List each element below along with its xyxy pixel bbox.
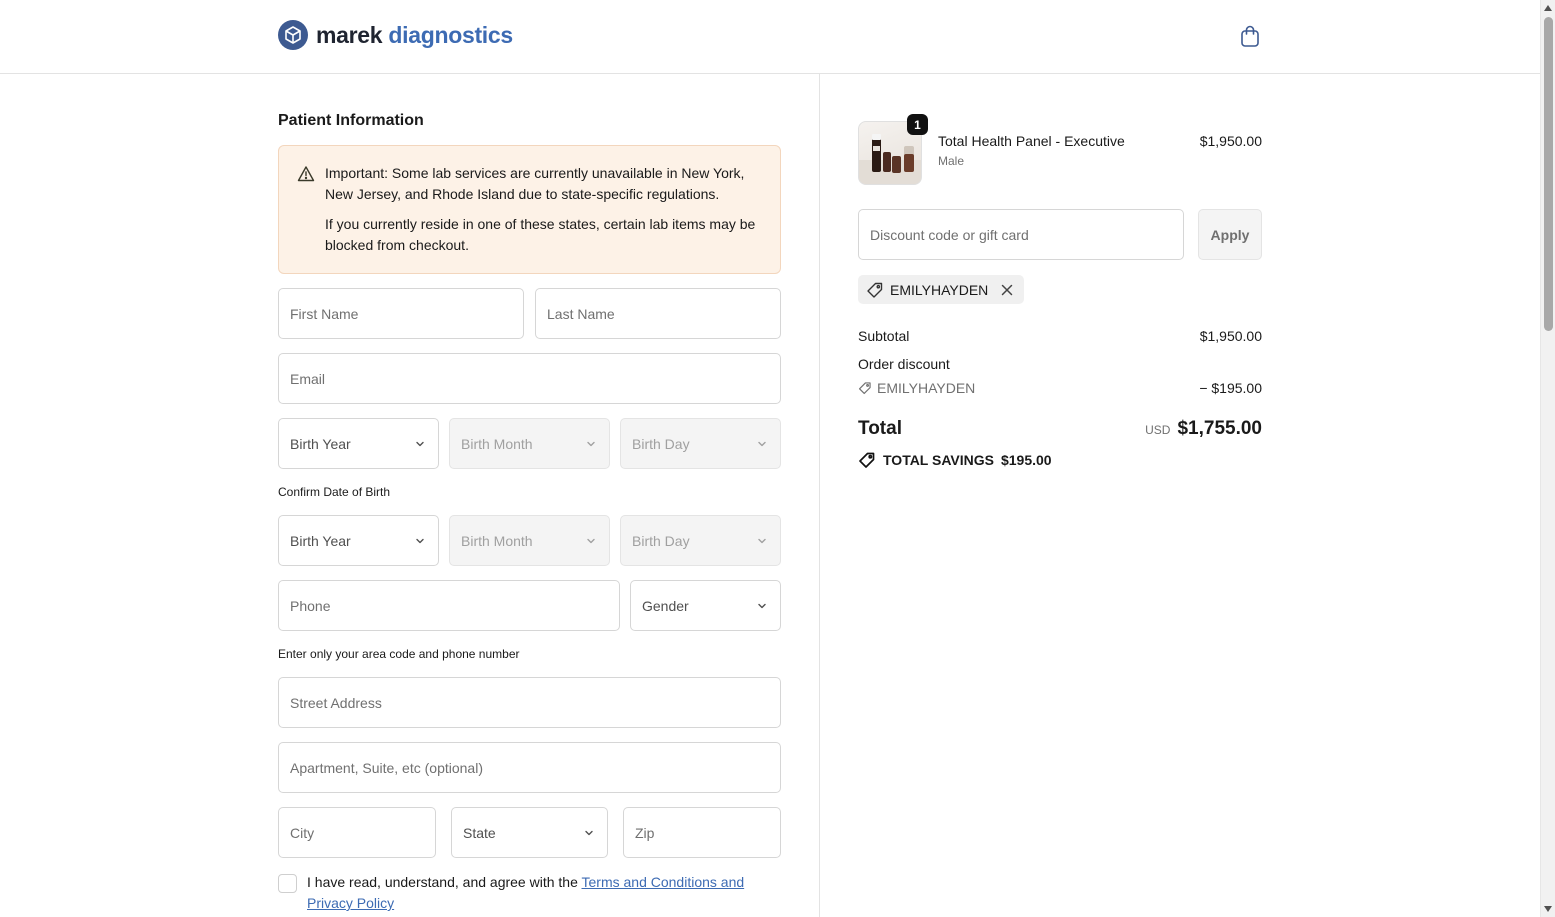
birth-day-select[interactable]: Birth Day: [620, 418, 781, 469]
phone-input[interactable]: [279, 581, 619, 630]
quantity-badge: 1: [907, 114, 928, 135]
savings-label: TOTAL SAVINGS: [883, 452, 994, 468]
chevron-down-icon: [758, 603, 766, 609]
last-name-input[interactable]: [536, 289, 780, 338]
regulation-notice: Important: Some lab services are current…: [278, 145, 781, 274]
applied-discount-chip: EMILYHAYDEN: [858, 275, 1025, 304]
shopping-bag-icon[interactable]: [1238, 24, 1262, 48]
birth-year-select[interactable]: Birth Year: [278, 418, 439, 469]
discount-code-field[interactable]: [858, 209, 1184, 260]
terms-checkbox[interactable]: [278, 874, 297, 893]
city-input[interactable]: [279, 808, 435, 857]
chevron-down-icon: [587, 441, 595, 447]
email-input[interactable]: [279, 354, 780, 403]
street-address-input[interactable]: [279, 678, 780, 727]
page-title: Patient Information: [278, 112, 424, 129]
page-scrollbar[interactable]: [1540, 0, 1555, 917]
order-discount-value: − $195.00: [1199, 380, 1262, 396]
order-discount-label: Order discount: [858, 356, 950, 372]
logo-cube-icon: [278, 20, 308, 50]
zip-field[interactable]: [623, 807, 781, 858]
chevron-down-icon: [587, 538, 595, 544]
discount-code-input[interactable]: [859, 210, 1183, 259]
chevron-down-icon: [758, 441, 766, 447]
city-field[interactable]: [278, 807, 436, 858]
chevron-down-icon: [416, 441, 424, 447]
apply-discount-button[interactable]: Apply: [1198, 209, 1262, 260]
scrollbar-thumb[interactable]: [1544, 17, 1553, 331]
total-savings: TOTAL SAVINGS $195.00: [858, 451, 1052, 469]
subtotal-value: $1,950.00: [1199, 328, 1262, 344]
last-name-field[interactable]: [535, 288, 781, 339]
chevron-down-icon: [585, 830, 593, 836]
notice-text-1: Important: Some lab services are current…: [325, 165, 745, 202]
site-header: marek diagnostics: [0, 0, 1540, 74]
brand-name-part2: diagnostics: [388, 21, 513, 48]
subtotal-label: Subtotal: [858, 328, 910, 344]
gender-select[interactable]: Gender: [630, 580, 781, 631]
phone-field[interactable]: [278, 580, 620, 631]
applied-discount-code: EMILYHAYDEN: [890, 281, 989, 298]
product-price: $1,950.00: [1199, 133, 1262, 149]
chevron-down-icon: [758, 538, 766, 544]
tag-icon: [858, 382, 871, 395]
total-amount: USD $1,755.00: [1145, 418, 1262, 440]
order-discount-code: EMILYHAYDEN: [877, 380, 976, 396]
confirm-birth-year-select[interactable]: Birth Year: [278, 515, 439, 566]
confirm-dob-label: Confirm Date of Birth: [278, 485, 391, 499]
state-value: State: [463, 824, 496, 841]
savings-value: $195.00: [1000, 452, 1052, 468]
scroll-up-arrow[interactable]: [1544, 5, 1552, 11]
birth-day-value: Birth Day: [632, 435, 690, 452]
confirm-birth-day-select[interactable]: Birth Day: [620, 515, 781, 566]
close-icon[interactable]: [1000, 283, 1014, 297]
phone-helper-text: Enter only your area code and phone numb…: [278, 647, 520, 661]
total-currency: USD: [1145, 423, 1171, 437]
terms-text: I have read, understand, and agree with …: [307, 872, 777, 914]
tag-icon: [867, 282, 883, 298]
apartment-input[interactable]: [279, 743, 780, 792]
brand-logo[interactable]: marek diagnostics: [278, 20, 513, 50]
notice-text-2: If you currently reside in one of these …: [325, 216, 756, 253]
confirm-birth-day-value: Birth Day: [632, 532, 690, 549]
confirm-birth-month-value: Birth Month: [461, 532, 533, 549]
first-name-input[interactable]: [279, 289, 523, 338]
scroll-down-arrow[interactable]: [1544, 906, 1552, 912]
birth-month-value: Birth Month: [461, 435, 533, 452]
apartment-field[interactable]: [278, 742, 781, 793]
brand-name-part1: marek: [316, 21, 383, 48]
savings-tag-icon: [859, 452, 875, 468]
order-discount-code-row: EMILYHAYDEN: [858, 380, 975, 396]
total-label: Total: [858, 418, 902, 439]
street-address-field[interactable]: [278, 677, 781, 728]
terms-prefix: I have read, understand, and agree with …: [307, 874, 582, 890]
chevron-down-icon: [416, 538, 424, 544]
total-value: $1,755.00: [1177, 418, 1262, 439]
warning-triangle-icon: [297, 165, 315, 183]
gender-value: Gender: [642, 597, 689, 614]
column-divider: [819, 74, 820, 917]
product-name: Total Health Panel - Executive: [938, 133, 1125, 149]
confirm-birth-month-select[interactable]: Birth Month: [449, 515, 610, 566]
brand-name: marek diagnostics: [316, 22, 513, 49]
first-name-field[interactable]: [278, 288, 524, 339]
email-field[interactable]: [278, 353, 781, 404]
confirm-birth-year-value: Birth Year: [290, 532, 351, 549]
order-summary-panel: [820, 74, 1540, 917]
zip-input[interactable]: [624, 808, 780, 857]
birth-year-value: Birth Year: [290, 435, 351, 452]
product-variant: Male: [938, 154, 965, 168]
birth-month-select[interactable]: Birth Month: [449, 418, 610, 469]
state-select[interactable]: State: [451, 807, 608, 858]
